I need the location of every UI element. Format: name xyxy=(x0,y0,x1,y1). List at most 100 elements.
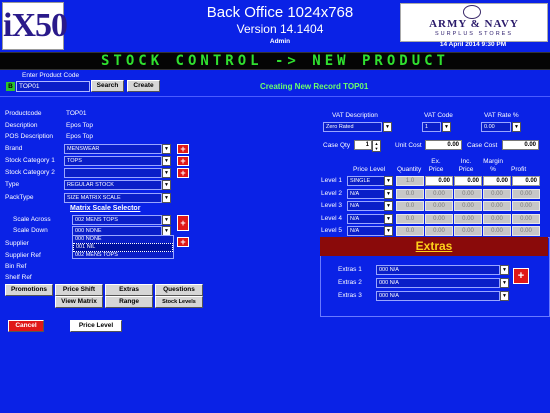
brand-select[interactable]: MENSWEAR xyxy=(64,144,162,154)
extras2-dropdown-icon[interactable]: ▼ xyxy=(500,278,509,288)
extras2-label: Extras 2 xyxy=(338,279,362,286)
level-inc-price[interactable]: 0.00 xyxy=(454,188,482,199)
extras2-select[interactable]: 000 N/A xyxy=(376,278,500,288)
level-margin[interactable]: 0.00 xyxy=(483,226,511,236)
level-margin[interactable]: 0.00 xyxy=(483,188,511,199)
level-inc-price[interactable]: 0.00 xyxy=(454,226,482,236)
packtype-dropdown-icon[interactable]: ▼ xyxy=(162,193,171,203)
search-button[interactable]: Search xyxy=(91,80,124,92)
scale-across-dropdown-icon[interactable]: ▼ xyxy=(162,215,171,225)
add-extras-button[interactable]: + xyxy=(513,268,529,284)
level-price-dropdown-icon[interactable]: ▼ xyxy=(384,213,393,224)
level-quantity[interactable]: 0.0 xyxy=(396,188,424,199)
level-price-select[interactable]: SINGLE xyxy=(347,176,385,186)
add-category2-button[interactable]: + xyxy=(177,168,189,178)
level-profit[interactable]: 0.00 xyxy=(512,213,540,224)
level-profit[interactable]: 0.00 xyxy=(512,201,540,211)
case-cost-field[interactable]: 0.00 xyxy=(502,140,539,150)
level-quantity[interactable]: 0.0 xyxy=(396,213,424,224)
scale-down-option[interactable]: 000 NONE xyxy=(73,236,173,243)
level-ex-price[interactable]: 0.00 xyxy=(425,188,453,199)
matrix-scale-heading: Matrix Scale Selector xyxy=(70,205,141,212)
level-profit[interactable]: 0.00 xyxy=(512,226,540,236)
description-label: Description xyxy=(5,122,38,129)
cancel-button[interactable]: Cancel xyxy=(8,320,44,332)
level-price-select[interactable]: N/A xyxy=(347,226,385,236)
level-inc-price[interactable]: 0.00 xyxy=(454,213,482,224)
category1-select[interactable]: TOPS xyxy=(64,156,162,166)
price-level-button[interactable]: Price Level xyxy=(70,320,122,332)
level-price-select[interactable]: N/A xyxy=(347,213,385,224)
level-margin[interactable]: 0.00 xyxy=(483,213,511,224)
category2-dropdown-icon[interactable]: ▼ xyxy=(162,168,171,178)
extras3-select[interactable]: 000 N/A xyxy=(376,291,500,301)
category2-select[interactable] xyxy=(64,168,162,178)
category1-label: Stock Category 1 xyxy=(5,157,55,164)
promotions-button[interactable]: Promotions xyxy=(5,284,53,296)
level-profit[interactable]: 0.00 xyxy=(512,176,540,186)
level-price-select[interactable]: N/A xyxy=(347,188,385,199)
stock-levels-button[interactable]: Stock Levels xyxy=(155,296,203,308)
level-price-dropdown-icon[interactable]: ▼ xyxy=(384,188,393,199)
extras-button[interactable]: Extras xyxy=(105,284,153,296)
level-price-dropdown-icon[interactable]: ▼ xyxy=(384,201,393,211)
category1-dropdown-icon[interactable]: ▼ xyxy=(162,156,171,166)
vat-rate-select[interactable]: 0.00 xyxy=(481,122,511,132)
level-quantity[interactable]: 0.0 xyxy=(396,201,424,211)
create-button[interactable]: Create xyxy=(127,80,160,92)
questions-button[interactable]: Questions xyxy=(155,284,203,296)
scale-down-option[interactable]: 002 MENS TOPS xyxy=(73,252,173,259)
level-price-dropdown-icon[interactable]: ▼ xyxy=(384,226,393,236)
level-margin[interactable]: 0.00 xyxy=(483,176,511,186)
level-ex-price[interactable]: 0.00 xyxy=(425,201,453,211)
header-price-level: Price Level xyxy=(353,166,386,173)
add-brand-button[interactable]: + xyxy=(177,144,189,154)
scale-across-select[interactable]: 002 MENS TOPS xyxy=(72,215,162,225)
extras3-dropdown-icon[interactable]: ▼ xyxy=(500,291,509,301)
type-dropdown-icon[interactable]: ▼ xyxy=(162,180,171,190)
product-code-input[interactable]: TOP01 xyxy=(16,81,90,92)
marquee-text: STOCK CONTROL -> NEW PRODUCT xyxy=(100,53,449,69)
add-scale-button[interactable]: + xyxy=(177,215,189,231)
header-margin: Margin % xyxy=(483,158,503,173)
type-select[interactable]: REGULAR STOCK xyxy=(64,180,162,190)
brand-dropdown-icon[interactable]: ▼ xyxy=(162,144,171,154)
level-quantity[interactable]: 1.0 xyxy=(396,176,424,186)
level-ex-price[interactable]: 0.00 xyxy=(425,226,453,236)
range-button[interactable]: Range xyxy=(105,296,153,308)
level-profit[interactable]: 0.00 xyxy=(512,188,540,199)
case-qty-stepper-icon[interactable]: ▲ ▼ xyxy=(372,140,381,152)
view-matrix-button[interactable]: View Matrix xyxy=(55,296,103,308)
add-supplier-button[interactable]: + xyxy=(177,237,189,247)
vat-code-select[interactable]: 1 xyxy=(422,122,441,132)
pos-description-field[interactable]: Epos Top xyxy=(66,133,93,140)
case-qty-field[interactable]: 1 xyxy=(354,140,372,150)
unit-cost-field[interactable]: 0.00 xyxy=(425,140,462,150)
supplier-ref-label: Supplier Ref xyxy=(5,252,41,259)
header-ex-price: Ex. Price xyxy=(428,158,444,173)
page-title: Back Office 1024x768 xyxy=(206,4,354,21)
price-shift-button[interactable]: Price Shift xyxy=(55,284,103,296)
level-price-dropdown-icon[interactable]: ▼ xyxy=(384,176,393,186)
level-label: Level 3 xyxy=(321,202,342,209)
level-inc-price[interactable]: 0.00 xyxy=(454,201,482,211)
header-quantity: Quantity xyxy=(397,166,422,173)
level-inc-price[interactable]: 0.00 xyxy=(454,176,482,186)
level-quantity[interactable]: 0.0 xyxy=(396,226,424,236)
level-ex-price[interactable]: 0.00 xyxy=(425,213,453,224)
level-ex-price[interactable]: 0.00 xyxy=(425,176,453,186)
extras1-select[interactable]: 000 N/A xyxy=(376,265,500,275)
vat-code-dropdown-icon[interactable]: ▼ xyxy=(442,122,451,132)
level-margin[interactable]: 0.00 xyxy=(483,201,511,211)
extras1-dropdown-icon[interactable]: ▼ xyxy=(500,265,509,275)
scale-down-option-selected[interactable]: 001 NIL xyxy=(73,243,173,252)
status-message: Creating New Record TOP01 xyxy=(260,82,369,91)
vat-rate-dropdown-icon[interactable]: ▼ xyxy=(512,122,521,132)
vat-description-select[interactable]: Zero Rated xyxy=(323,122,382,132)
vat-description-dropdown-icon[interactable]: ▼ xyxy=(383,122,392,132)
level-price-select[interactable]: N/A xyxy=(347,201,385,211)
add-category1-button[interactable]: + xyxy=(177,156,189,166)
description-field[interactable]: Epos Top xyxy=(66,122,93,129)
scale-down-list[interactable]: 000 NONE 001 NIL 002 MENS TOPS xyxy=(72,235,174,259)
packtype-select[interactable]: SIZE MATRIX SCALE xyxy=(64,193,162,203)
